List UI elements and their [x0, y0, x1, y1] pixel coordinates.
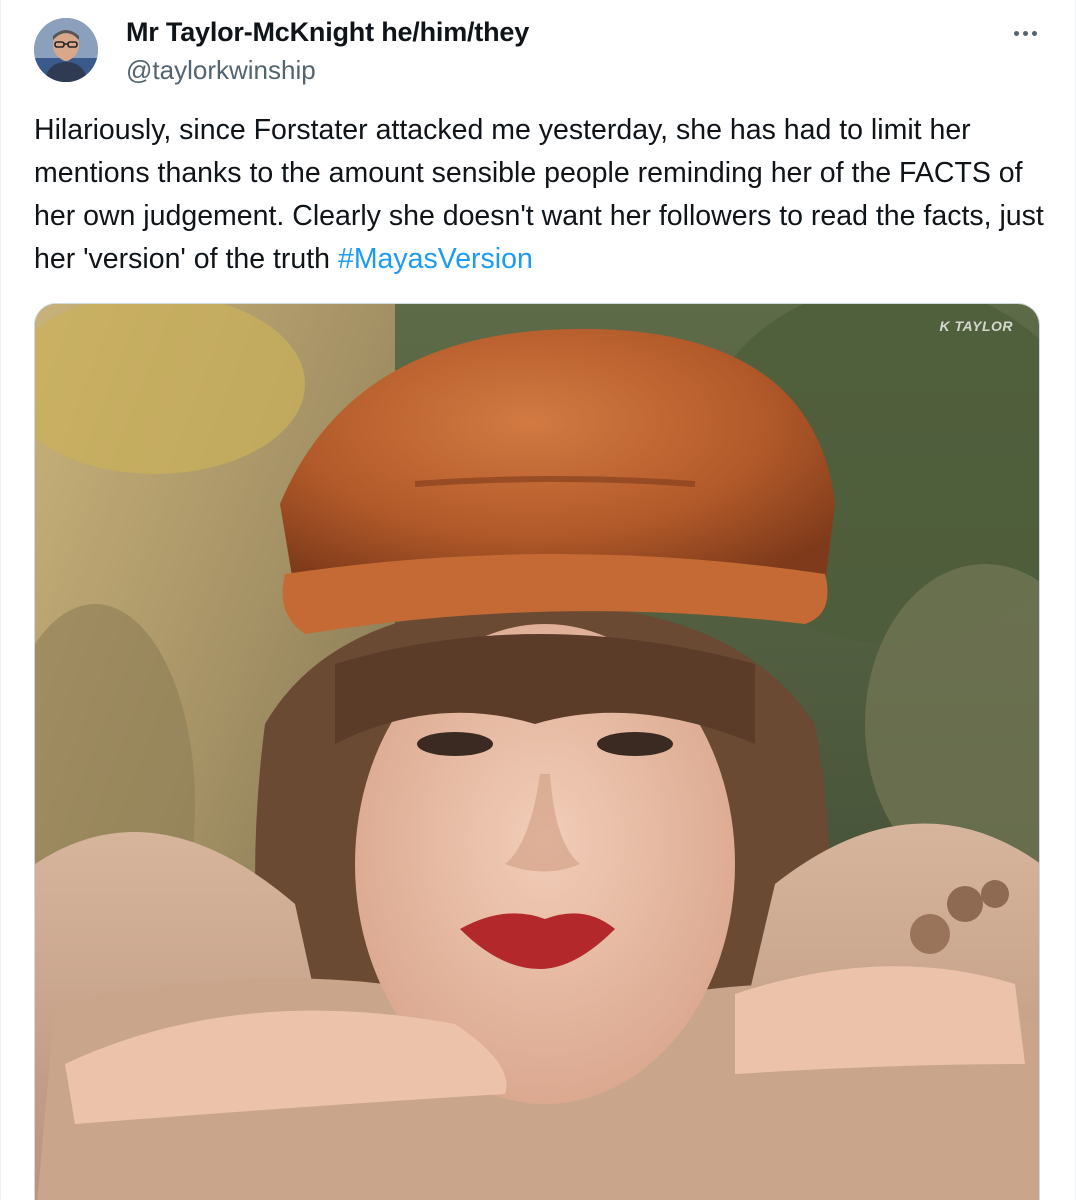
- hashtag-link[interactable]: #MayasVersion: [338, 243, 533, 275]
- author-display-name[interactable]: Mr Taylor-McKnight he/him/they: [126, 14, 529, 50]
- author-avatar[interactable]: [34, 18, 98, 82]
- author-handle[interactable]: @taylorkwinship: [126, 53, 316, 87]
- tweet-body: Hilariously, since Forstater attacked me…: [34, 109, 1044, 281]
- more-dots-icon: [1013, 30, 1037, 36]
- photo-image: [35, 304, 1039, 1200]
- more-options-button[interactable]: [1005, 18, 1045, 48]
- tweet-media-photo[interactable]: K TAYLOR: [34, 303, 1040, 1200]
- photo-watermark: K TAYLOR: [939, 318, 1013, 334]
- tweet-text: Hilariously, since Forstater attacked me…: [34, 114, 1044, 275]
- tweet-card: Mr Taylor-McKnight he/him/they @taylorkw…: [0, 0, 1076, 1200]
- avatar-photo: [34, 18, 98, 82]
